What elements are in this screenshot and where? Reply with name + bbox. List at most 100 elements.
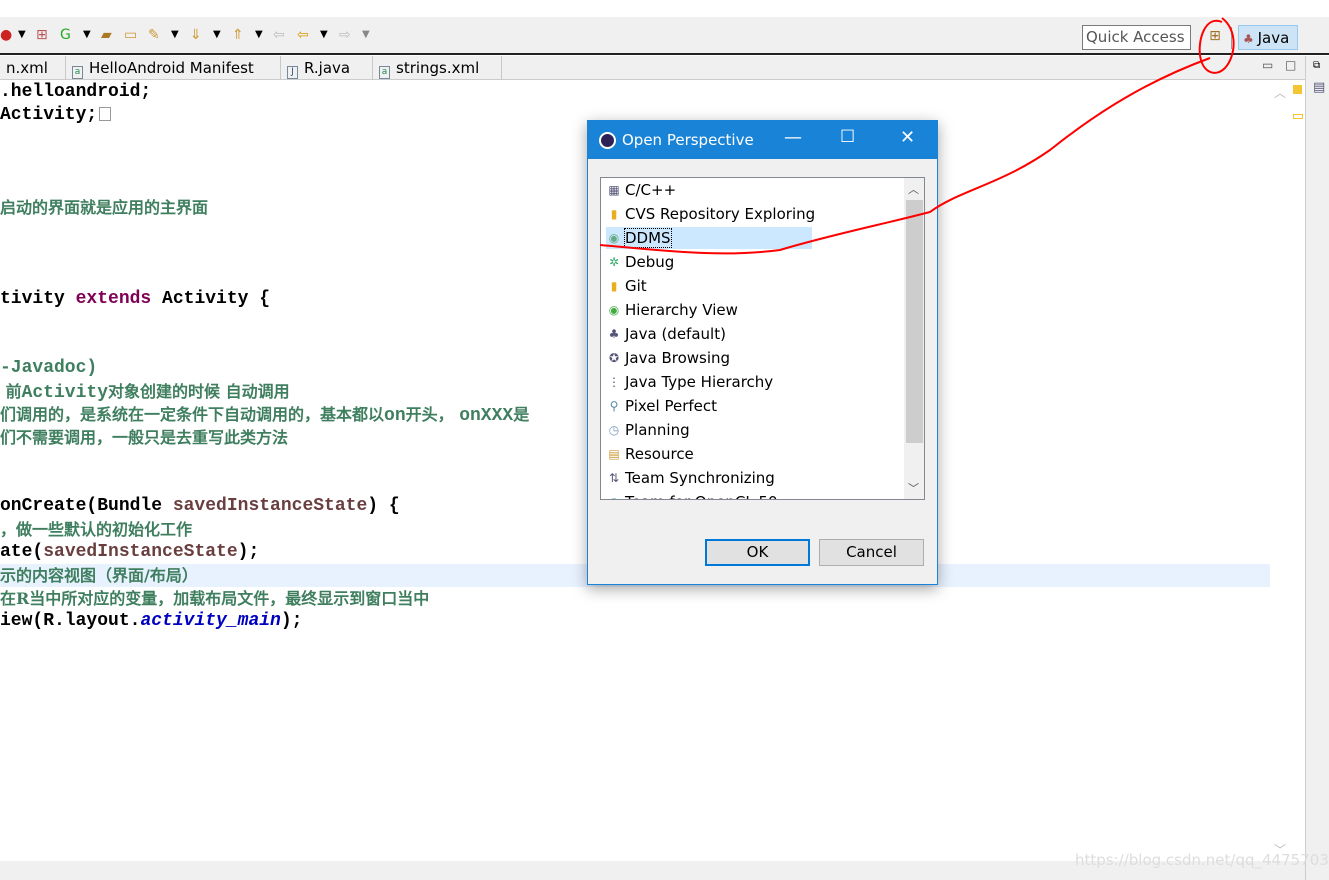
perspective-item[interactable]: ▮ Git [606,275,647,297]
code-token: Activity; [0,105,98,125]
code-token: 是 [513,405,530,424]
eclipse-icon [599,132,616,149]
list-scrollbar[interactable]: ︿ ﹀ [904,178,924,499]
code-line[interactable]: 启动的界面就是应用的主界面 [0,196,208,219]
code-line[interactable]: tivity extends Activity { [0,288,270,311]
code-token: .helloandroid; [0,82,152,102]
sync-icon: ⇅ [608,471,620,485]
dropdown-icon[interactable]: ▼ [255,27,263,43]
dropdown-icon[interactable]: ▼ [83,27,91,43]
perspective-item[interactable]: ◉ Hierarchy View [606,299,738,321]
scroll-up-icon[interactable]: ︿ [1274,84,1286,101]
code-token: onCreate(Bundle [0,496,173,516]
tab-r-java[interactable]: J R.java [281,56,373,80]
perspective-item[interactable]: ◔Team for OpenCL 50 [606,491,778,499]
refresh-icon[interactable]: G [60,27,71,43]
tab-manifest[interactable]: a HelloAndroid Manifest [66,56,281,80]
code-line[interactable]: onCreate(Bundle savedInstanceState) { [0,495,400,518]
perspective-item[interactable]: ♣ Java (default) [606,323,726,345]
perspective-item[interactable]: ✪ Java Browsing [606,347,730,369]
perspective-item[interactable]: ▤ Resource [606,443,693,465]
editor-vertical-scrollbar[interactable]: ︿ ﹀ [1270,81,1305,861]
perspective-label: Java [1257,29,1290,47]
perspective-item-label: Pixel Perfect [625,397,718,415]
code-token: 前 [0,382,22,401]
scroll-up-icon[interactable]: ︿ [908,181,919,197]
open-type-icon[interactable]: ▰ [101,27,112,43]
perspective-item-label: Git [625,277,647,295]
new-package-icon[interactable]: ⊞ [36,27,48,43]
forward-icon[interactable]: ⇨ [339,27,351,43]
code-token: onXXX [459,406,514,426]
next-annotation-icon[interactable]: ⇓ [190,27,202,43]
bug-icon: ✲ [608,255,620,269]
quick-access-input[interactable]: Quick Access [1082,25,1191,50]
perspective-item-label: Team for OpenCL 50 [625,493,778,499]
close-icon[interactable]: ✕ [900,127,915,148]
code-token: savedInstanceState [172,496,368,516]
perspective-item-label: CVS Repository Exploring [625,205,816,223]
perspective-item[interactable]: ⚲ Pixel Perfect [606,395,717,417]
code-line[interactable]: 前Activity对象创建的时候 自动调用 [0,380,290,403]
perspective-item[interactable]: ⇅ Team Synchronizing [606,467,775,489]
code-line[interactable]: iew(R.layout.activity_main); [0,610,302,633]
code-line[interactable]: Activity; [0,104,112,127]
resource-icon: ▤ [608,447,620,461]
ddms-icon: ◉ [608,231,620,245]
scroll-down-icon[interactable]: ﹀ [908,480,919,496]
dialog-title: Open Perspective [622,131,754,149]
dropdown-icon[interactable]: ▼ [213,27,221,43]
open-folder-icon[interactable]: ▭ [124,27,137,43]
search-icon[interactable]: ✎ [148,27,160,43]
dropdown-icon[interactable]: ▼ [320,27,328,43]
java-browsing-icon: ✪ [608,351,620,365]
dropdown-icon[interactable]: ▼ [18,27,26,43]
open-perspective-icon[interactable]: ⊞ [1204,28,1226,48]
java-perspective-button[interactable]: ♣ Java [1238,25,1298,50]
code-line[interactable]: ate(savedInstanceState); [0,541,259,564]
code-token: Activity [21,383,108,403]
minimize-icon[interactable]: ▭ [1262,58,1273,72]
dropdown-icon[interactable]: ▼ [362,27,370,43]
perspective-item[interactable]: ◷ Planning [606,419,690,441]
prev-annotation-icon[interactable]: ⇑ [232,27,244,43]
perspective-item[interactable]: ▦ C/C++ [606,179,676,201]
restore-icon[interactable]: ⧉ [1313,60,1320,71]
folded-code-icon[interactable] [99,107,112,121]
scrollbar-thumb[interactable] [906,200,923,443]
code-token: 对象创建的时候 自动调用 [108,382,290,401]
dropdown-icon[interactable]: ▼ [171,27,179,43]
code-token: ) { [367,496,400,516]
code-line[interactable]: -Javadoc) [0,357,97,380]
maximize-icon[interactable]: □ [1285,58,1296,72]
code-token: 启动的界面就是应用的主界面 [0,198,209,217]
code-line[interactable]: 在R当中所对应的变量，加载布局文件，最终显示到窗口当中 [0,587,429,610]
ok-button[interactable]: OK [705,539,810,566]
occurrence-marker[interactable] [1293,114,1303,119]
tab-label: R.java [304,59,351,77]
tab-strings-xml[interactable]: a strings.xml [373,56,502,80]
warning-marker[interactable] [1293,85,1302,94]
perspective-item[interactable]: ▮ CVS Repository Exploring [606,203,815,225]
code-line[interactable]: 们调用的，是系统在一定条件下自动调用的，基本都以on开头， onXXX是 [0,403,529,426]
perspective-item[interactable]: ◉ DDMS [606,227,812,249]
outline-icon[interactable]: ▤ [1313,80,1325,95]
perspective-item[interactable]: ✲ Debug [606,251,674,273]
code-line[interactable]: 们不需要调用，一般只是去重写此类方法 [0,426,288,449]
cancel-button[interactable]: Cancel [819,539,924,566]
minimize-icon[interactable]: — [784,127,802,148]
run-icon[interactable]: ● [0,27,12,43]
tab-main-xml[interactable]: n.xml [0,56,66,80]
xml-file-icon: a [379,66,390,79]
perspective-item-label: Java Browsing [625,349,731,367]
code-token: 们不需要调用，一般只是去重写此类方法 [0,428,289,447]
back-icon[interactable]: ⇦ [297,27,309,43]
code-line[interactable]: .helloandroid; [0,81,151,104]
last-edit-icon[interactable]: ⇦ [273,27,285,43]
maximize-icon[interactable]: ☐ [840,127,855,147]
code-line[interactable]: ，做一些默认的初始化工作 [0,518,192,541]
code-token: savedInstanceState [43,542,238,562]
perspective-list[interactable]: ◔Team for OpenCL 50 ⇅ Team Synchronizing ▤ R… [600,177,925,500]
perspective-item[interactable]: ⋮ Java Type Hierarchy [606,371,773,393]
code-token: ); [280,611,303,631]
